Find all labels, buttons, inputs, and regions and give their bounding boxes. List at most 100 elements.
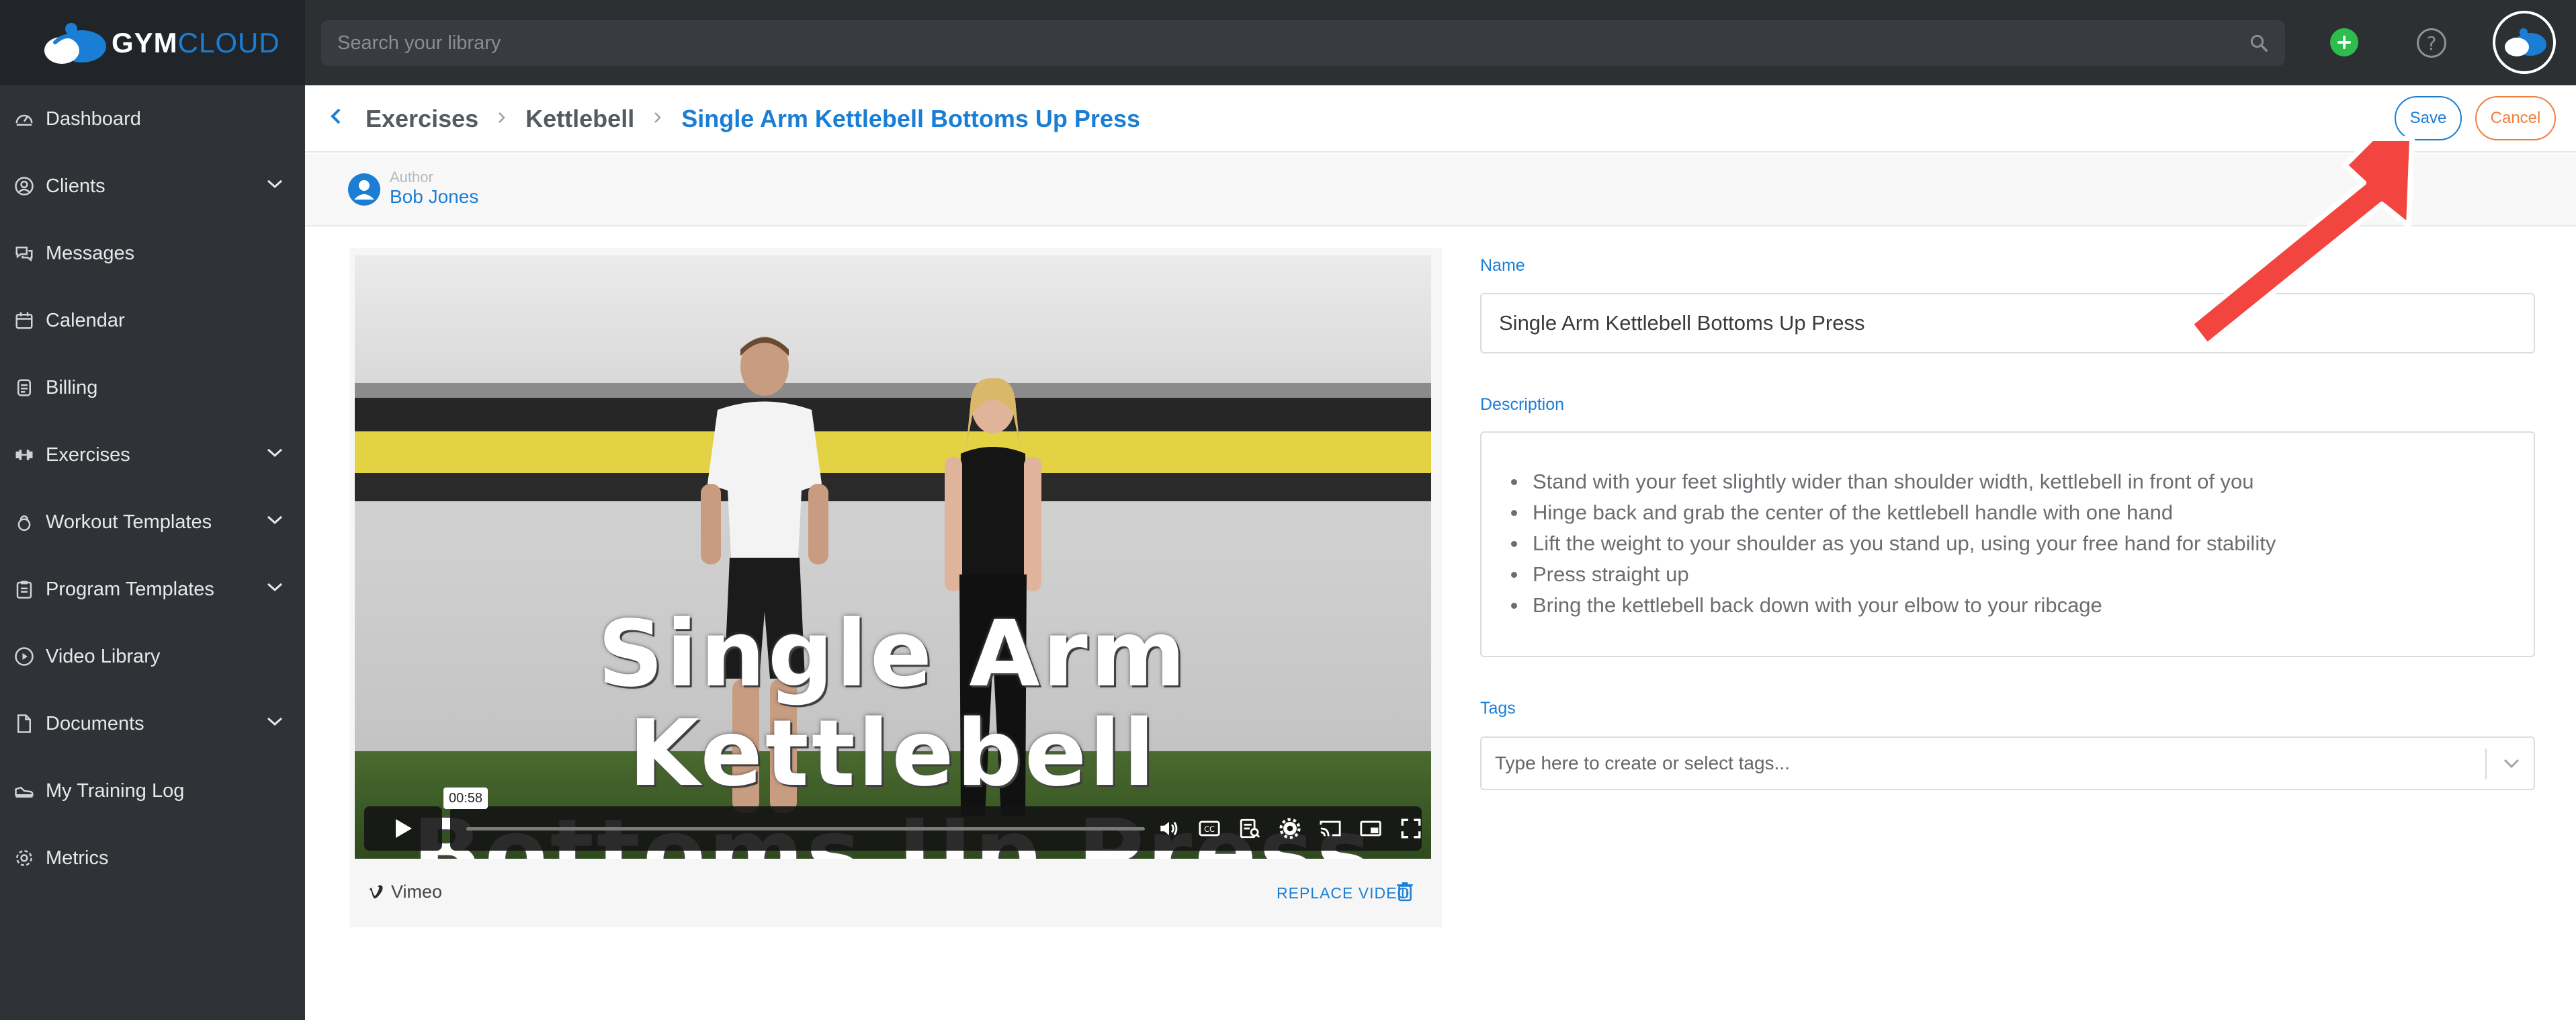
document-icon <box>12 712 36 736</box>
video-timestamp-tooltip: 00:58 <box>443 788 488 809</box>
kettlebell-icon <box>12 510 36 534</box>
plus-icon <box>2337 36 2351 49</box>
search-input[interactable] <box>337 20 2249 66</box>
account-avatar[interactable] <box>2493 11 2556 74</box>
play-icon <box>396 819 412 838</box>
video-frame-ceiling <box>355 255 1431 383</box>
description-item: Press straight up <box>1506 559 2514 590</box>
chevron-down-icon[interactable] <box>266 716 284 728</box>
dumbbell-icon <box>12 443 36 467</box>
sidebar-item-clients[interactable]: Clients <box>0 153 305 220</box>
chat-bubbles-icon <box>12 241 36 265</box>
author-label: Author <box>390 169 433 185</box>
breadcrumb-kettlebell[interactable]: Kettlebell <box>525 105 634 133</box>
annotation-arrow-icon <box>2188 136 2415 348</box>
breadcrumb: Exercises Kettlebell Single Arm Kettlebe… <box>329 85 1140 153</box>
cast-icon[interactable] <box>1317 815 1344 842</box>
sidebar-item-workout-templates[interactable]: Workout Templates <box>0 488 305 556</box>
tags-divider <box>2485 749 2487 779</box>
description-item: Hinge back and grab the center of the ke… <box>1506 497 2514 528</box>
sidebar-item-program-templates[interactable]: Program Templates <box>0 556 305 623</box>
sidebar-item-billing[interactable]: Billing <box>0 354 305 421</box>
description-item: Lift the weight to your shoulder as you … <box>1506 528 2514 559</box>
logo-text: GYMCLOUD <box>112 26 280 58</box>
user-circle-icon <box>12 174 36 198</box>
play-button[interactable] <box>364 806 442 851</box>
video-frame-stripe <box>355 473 1431 501</box>
description-item: Stand with your feet slightly wider than… <box>1506 466 2514 497</box>
sidebar-item-label: Documents <box>46 712 144 734</box>
sidebar-item-label: Metrics <box>46 847 109 869</box>
fullscreen-icon[interactable] <box>1398 815 1424 842</box>
sidebar-item-exercises[interactable]: Exercises <box>0 421 305 488</box>
gymcloud-logo-icon <box>44 22 106 64</box>
transcript-icon[interactable] <box>1236 815 1263 842</box>
tags-input[interactable] <box>1495 738 2462 789</box>
sidebar-item-label: Messages <box>46 242 135 264</box>
breadcrumb-exercises[interactable]: Exercises <box>366 105 478 133</box>
video-provider: Vimeo <box>368 882 442 902</box>
video-footer: Vimeo REPLACE VIDEO <box>349 867 1442 921</box>
search-icon[interactable] <box>2249 33 2269 53</box>
cancel-button[interactable]: Cancel <box>2475 96 2556 140</box>
sidebar-item-label: My Training Log <box>46 779 185 802</box>
sidebar-item-label: Billing <box>46 376 98 398</box>
billing-icon <box>12 376 36 400</box>
sidebar-item-label: Calendar <box>46 309 125 331</box>
svg-text:CC: CC <box>1204 824 1215 834</box>
video-controls: CC <box>364 806 1422 851</box>
settings-gear-icon[interactable] <box>1277 815 1303 842</box>
help-button[interactable]: ? <box>2417 28 2446 58</box>
sidebar-item-calendar[interactable]: Calendar <box>0 287 305 354</box>
description-item: Bring the kettlebell back down with your… <box>1506 590 2514 621</box>
sidebar-item-video-library[interactable]: Video Library <box>0 623 305 690</box>
chevron-down-icon[interactable] <box>266 514 284 526</box>
name-label: Name <box>1480 256 1525 275</box>
vimeo-logo-icon <box>370 884 383 898</box>
trash-icon[interactable] <box>1396 882 1414 902</box>
library-search <box>321 20 2285 66</box>
replace-video-link[interactable]: REPLACE VIDEO <box>1277 884 1410 902</box>
video-control-bar: CC <box>450 806 1422 851</box>
sidebar-item-dashboard[interactable]: Dashboard <box>0 85 305 153</box>
breadcrumb-separator-icon <box>653 108 662 130</box>
avatar-cloud-icon <box>2505 28 2546 56</box>
closed-captions-icon[interactable]: CC <box>1196 815 1223 842</box>
video-frame-stripe <box>355 431 1431 473</box>
play-circle-icon <box>12 644 36 669</box>
description-editor[interactable]: Stand with your feet slightly wider than… <box>1480 431 2535 657</box>
sidebar-item-label: Workout Templates <box>46 511 212 533</box>
sidebar-item-metrics[interactable]: Metrics <box>0 824 305 892</box>
video-frame-stripe <box>355 398 1431 431</box>
sidebar-item-my-training-log[interactable]: My Training Log <box>0 757 305 824</box>
video-progress-bar[interactable] <box>466 827 1145 831</box>
clipboard-icon <box>12 577 36 601</box>
video-player[interactable]: Single Arm Kettlebell Bottoms Up Press C… <box>355 255 1431 859</box>
sidebar-item-label: Clients <box>46 175 105 197</box>
video-frame-beam <box>355 383 1431 398</box>
gear-icon <box>12 846 36 870</box>
breadcrumb-separator-icon <box>497 108 507 130</box>
chevron-down-icon[interactable] <box>266 447 284 459</box>
sidebar-item-label: Exercises <box>46 443 130 466</box>
calendar-icon <box>12 308 36 333</box>
add-button[interactable] <box>2330 28 2358 56</box>
sidebar-item-messages[interactable]: Messages <box>0 220 305 287</box>
tags-select[interactable] <box>1480 736 2535 790</box>
author-name[interactable]: Bob Jones <box>390 186 478 208</box>
sidebar-item-label: Video Library <box>46 645 161 667</box>
page-title: Single Arm Kettlebell Bottoms Up Press <box>681 105 1141 132</box>
logo[interactable]: GYMCLOUD <box>0 0 305 85</box>
chevron-down-icon[interactable] <box>266 178 284 190</box>
volume-icon[interactable] <box>1156 815 1183 842</box>
sidebar-item-documents[interactable]: Documents <box>0 690 305 757</box>
chevron-down-icon[interactable] <box>2501 754 2522 773</box>
sidebar: Dashboard Clients Messages Calendar Bill… <box>0 85 305 1020</box>
description-list: Stand with your feet slightly wider than… <box>1506 466 2514 621</box>
sidebar-item-label: Dashboard <box>46 108 141 130</box>
picture-in-picture-icon[interactable] <box>1357 815 1384 842</box>
back-chevron-icon[interactable] <box>329 106 343 132</box>
chevron-down-icon[interactable] <box>266 581 284 593</box>
top-bar: GYMCLOUD ? <box>0 0 2576 85</box>
sidebar-item-label: Program Templates <box>46 578 214 600</box>
